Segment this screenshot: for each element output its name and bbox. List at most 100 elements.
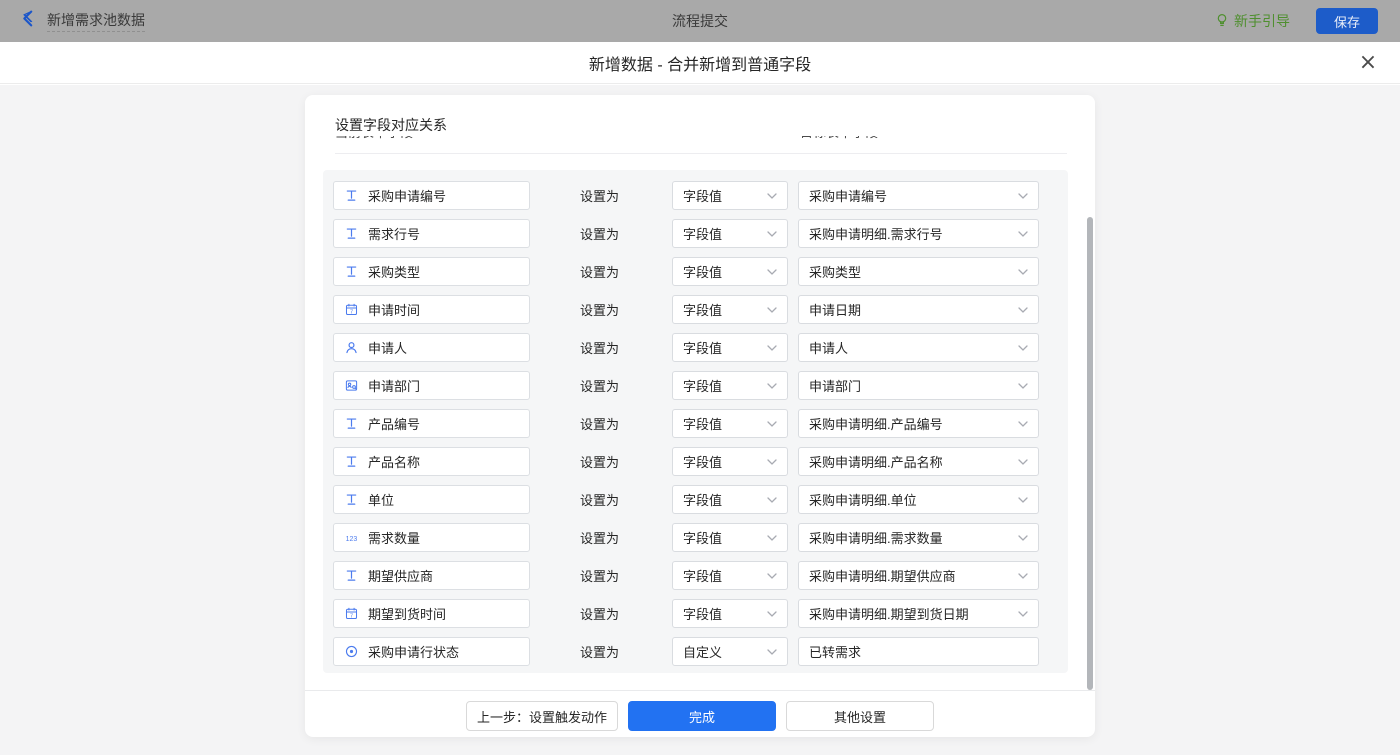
save-button[interactable]: 保存: [1316, 8, 1378, 34]
done-button[interactable]: 完成: [628, 701, 776, 731]
source-field-chip[interactable]: 需求行号: [333, 219, 530, 248]
target-field-dropdown[interactable]: 采购申请编号: [798, 181, 1039, 210]
value-mode-selected: 字段值: [683, 262, 722, 281]
chevron-down-icon: [767, 497, 777, 503]
value-mode-dropdown[interactable]: 字段值: [672, 599, 788, 628]
target-field-selected: 申请部门: [809, 376, 861, 395]
source-field-chip[interactable]: 采购申请编号: [333, 181, 530, 210]
target-field-dropdown[interactable]: 采购申请明细.期望到货日期: [798, 599, 1039, 628]
user-field-icon: [344, 341, 359, 354]
chevron-down-icon: [1018, 497, 1028, 503]
value-mode-selected: 字段值: [683, 224, 722, 243]
field-mapping-row: 需求行号 设置为 字段值 采购申请明细.需求行号: [333, 219, 1058, 248]
target-field-dropdown[interactable]: 采购申请明细.产品名称: [798, 447, 1039, 476]
field-mapping-row: 产品名称 设置为 字段值 采购申请明细.产品名称: [333, 447, 1058, 476]
value-mode-selected: 字段值: [683, 186, 722, 205]
set-as-label: 设置为: [580, 262, 622, 281]
value-mode-selected: 字段值: [683, 528, 722, 547]
chevron-down-icon: [767, 649, 777, 655]
source-field-label: 申请时间: [368, 300, 420, 319]
modal-title: 新增数据 - 合并新增到普通字段: [0, 42, 1400, 84]
source-field-chip[interactable]: 产品编号: [333, 409, 530, 438]
value-mode-dropdown[interactable]: 字段值: [672, 257, 788, 286]
value-mode-dropdown[interactable]: 字段值: [672, 295, 788, 324]
source-field-chip[interactable]: 123 需求数量: [333, 523, 530, 552]
value-mode-dropdown[interactable]: 字段值: [672, 485, 788, 514]
header-divider: [335, 153, 1067, 154]
text-field-icon: [344, 455, 359, 468]
value-mode-dropdown[interactable]: 自定义: [672, 637, 788, 666]
target-field-selected: 已转需求: [809, 642, 861, 661]
value-mode-selected: 字段值: [683, 452, 722, 471]
target-field-dropdown[interactable]: 采购申请明细.期望供应商: [798, 561, 1039, 590]
chevron-down-icon: [767, 231, 777, 237]
target-field-dropdown[interactable]: 申请日期: [798, 295, 1039, 324]
target-field-dropdown[interactable]: 采购申请明细.单位: [798, 485, 1039, 514]
source-field-chip[interactable]: 产品名称: [333, 447, 530, 476]
chevron-down-icon: [1018, 307, 1028, 313]
target-field-dropdown[interactable]: 申请人: [798, 333, 1039, 362]
set-as-label: 设置为: [580, 604, 622, 623]
chevron-down-icon: [767, 535, 777, 541]
source-field-chip[interactable]: 采购类型: [333, 257, 530, 286]
modal-body: 设置字段对应关系 当前表单字段 目标表单字段 采购申请编号 设置为 字段值 采购…: [0, 85, 1400, 755]
text-field-icon: [344, 265, 359, 278]
source-field-label: 采购申请编号: [368, 186, 446, 205]
source-field-label: 需求数量: [368, 528, 420, 547]
text-field-icon: [344, 493, 359, 506]
date-field-icon: 7: [344, 607, 359, 620]
target-field-dropdown[interactable]: 申请部门: [798, 371, 1039, 400]
set-as-label: 设置为: [580, 642, 622, 661]
set-as-label: 设置为: [580, 338, 622, 357]
set-as-label: 设置为: [580, 186, 622, 205]
set-as-label: 设置为: [580, 528, 622, 547]
beginner-guide-button[interactable]: 新手引导: [1215, 11, 1290, 31]
source-field-chip[interactable]: 申请人: [333, 333, 530, 362]
target-field-selected: 采购申请明细.需求数量: [809, 528, 943, 547]
source-field-chip[interactable]: 单位: [333, 485, 530, 514]
value-mode-dropdown[interactable]: 字段值: [672, 333, 788, 362]
value-mode-dropdown[interactable]: 字段值: [672, 447, 788, 476]
source-field-chip[interactable]: 期望供应商: [333, 561, 530, 590]
target-field-selected: 采购申请明细.单位: [809, 490, 917, 509]
value-mode-selected: 字段值: [683, 376, 722, 395]
value-mode-dropdown[interactable]: 字段值: [672, 219, 788, 248]
value-mode-selected: 字段值: [683, 490, 722, 509]
target-field-dropdown[interactable]: 采购申请明细.需求行号: [798, 219, 1039, 248]
value-mode-dropdown[interactable]: 字段值: [672, 371, 788, 400]
other-settings-button[interactable]: 其他设置: [786, 701, 934, 731]
value-mode-selected: 字段值: [683, 338, 722, 357]
source-field-label: 期望供应商: [368, 566, 433, 585]
field-mapping-row: 申请部门 设置为 字段值 申请部门: [333, 371, 1058, 400]
field-mapping-row: 采购申请编号 设置为 字段值 采购申请编号: [333, 181, 1058, 210]
value-mode-dropdown[interactable]: 字段值: [672, 523, 788, 552]
set-as-label: 设置为: [580, 566, 622, 585]
target-field-dropdown[interactable]: 采购申请明细.需求数量: [798, 523, 1039, 552]
source-field-chip[interactable]: 7 期望到货时间: [333, 599, 530, 628]
field-mapping-card: 设置字段对应关系 当前表单字段 目标表单字段 采购申请编号 设置为 字段值 采购…: [305, 95, 1095, 737]
prev-step-button[interactable]: 上一步：设置触发动作: [466, 701, 618, 731]
chevron-down-icon: [1018, 611, 1028, 617]
chevron-down-icon: [1018, 231, 1028, 237]
value-mode-dropdown[interactable]: 字段值: [672, 409, 788, 438]
value-mode-dropdown[interactable]: 字段值: [672, 181, 788, 210]
text-field-icon: [344, 189, 359, 202]
value-mode-dropdown[interactable]: 字段值: [672, 561, 788, 590]
target-field-dropdown[interactable]: 采购类型: [798, 257, 1039, 286]
chevron-down-icon: [1018, 535, 1028, 541]
beginner-guide-label: 新手引导: [1234, 11, 1290, 31]
target-field-selected: 申请人: [809, 338, 848, 357]
card-scrollbar-thumb[interactable]: [1087, 217, 1093, 690]
source-field-chip[interactable]: 申请部门: [333, 371, 530, 400]
source-field-chip[interactable]: 采购申请行状态: [333, 637, 530, 666]
source-field-label: 申请部门: [368, 376, 420, 395]
top-app-bar: 新增需求池数据 流程提交 新手引导 保存: [0, 0, 1400, 42]
source-field-chip[interactable]: 7 申请时间: [333, 295, 530, 324]
chevron-down-icon: [767, 573, 777, 579]
text-field-icon: [344, 569, 359, 582]
text-field-icon: [344, 227, 359, 240]
target-field-dropdown[interactable]: 采购申请明细.产品编号: [798, 409, 1039, 438]
target-custom-value-input[interactable]: 已转需求: [798, 637, 1039, 666]
close-icon[interactable]: ×: [1356, 51, 1380, 75]
value-mode-selected: 自定义: [683, 642, 722, 661]
